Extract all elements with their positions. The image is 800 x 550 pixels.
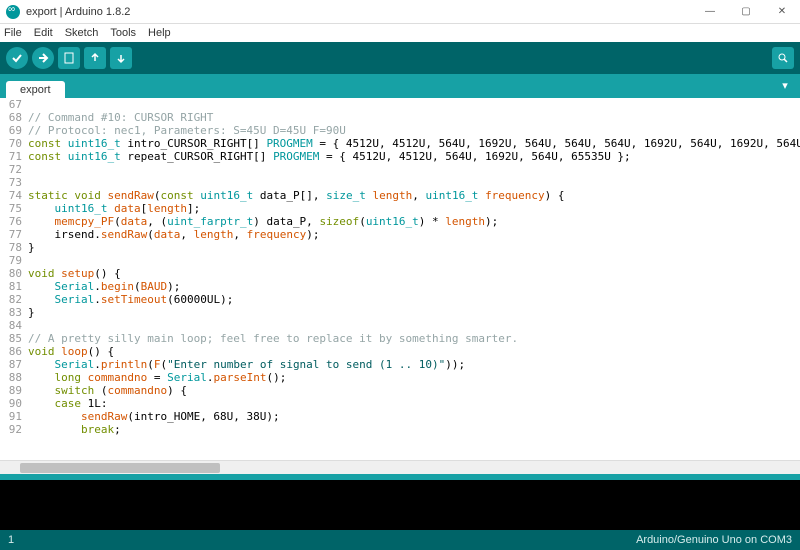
menubar: File Edit Sketch Tools Help (0, 24, 800, 42)
line-number: 82 (0, 293, 28, 306)
line-number: 78 (0, 241, 28, 254)
code-line[interactable]: // A pretty silly main loop; feel free t… (28, 332, 800, 345)
line-number: 70 (0, 137, 28, 150)
code-line[interactable]: // Protocol: nec1, Parameters: S=45U D=4… (28, 124, 800, 137)
code-line[interactable]: const uint16_t intro_CURSOR_RIGHT[] PROG… (28, 137, 800, 150)
status-board-port: Arduino/Genuino Uno on COM3 (636, 534, 792, 546)
code-line[interactable] (28, 254, 800, 267)
code-line[interactable]: uint16_t data[length]; (28, 202, 800, 215)
line-number: 73 (0, 176, 28, 189)
maximize-button[interactable]: ▢ (728, 0, 764, 24)
upload-button[interactable] (32, 47, 54, 69)
code-line[interactable]: memcpy_PF(data, (uint_farptr_t) data_P, … (28, 215, 800, 228)
minimize-button[interactable]: — (692, 0, 728, 24)
line-number: 68 (0, 111, 28, 124)
status-line-number: 1 (8, 534, 14, 546)
code-line[interactable]: break; (28, 423, 800, 436)
code-line[interactable]: Serial.begin(BAUD); (28, 280, 800, 293)
menu-file[interactable]: File (4, 27, 22, 39)
code-line[interactable]: switch (commandno) { (28, 384, 800, 397)
line-number: 79 (0, 254, 28, 267)
line-number: 81 (0, 280, 28, 293)
code-editor[interactable]: 6768// Command #10: CURSOR RIGHT69// Pro… (0, 98, 800, 460)
menu-sketch[interactable]: Sketch (65, 27, 99, 39)
tab-menu-icon[interactable]: ▾ (776, 76, 794, 94)
code-line[interactable]: irsend.sendRaw(data, length, frequency); (28, 228, 800, 241)
tab-row: export ▾ (0, 74, 800, 98)
line-number: 84 (0, 319, 28, 332)
code-line[interactable]: // Command #10: CURSOR RIGHT (28, 111, 800, 124)
code-line[interactable]: static void sendRaw(const uint16_t data_… (28, 189, 800, 202)
horizontal-scrollbar[interactable] (0, 460, 800, 474)
line-number: 92 (0, 423, 28, 436)
code-line[interactable]: case 1L: (28, 397, 800, 410)
toolbar (0, 42, 800, 74)
menu-help[interactable]: Help (148, 27, 171, 39)
status-bar: 1 Arduino/Genuino Uno on COM3 (0, 530, 800, 550)
tab-export[interactable]: export (6, 81, 65, 99)
code-line[interactable] (28, 176, 800, 189)
code-line[interactable]: const uint16_t repeat_CURSOR_RIGHT[] PRO… (28, 150, 800, 163)
line-number: 69 (0, 124, 28, 137)
close-button[interactable]: ✕ (764, 0, 800, 24)
line-number: 76 (0, 215, 28, 228)
line-number: 90 (0, 397, 28, 410)
titlebar: export | Arduino 1.8.2 — ▢ ✕ (0, 0, 800, 24)
line-number: 86 (0, 345, 28, 358)
code-line[interactable]: Serial.setTimeout(60000UL); (28, 293, 800, 306)
code-line[interactable]: void setup() { (28, 267, 800, 280)
serial-monitor-button[interactable] (772, 47, 794, 69)
scrollbar-thumb[interactable] (20, 463, 220, 473)
code-line[interactable]: sendRaw(intro_HOME, 68U, 38U); (28, 410, 800, 423)
line-number: 80 (0, 267, 28, 280)
menu-edit[interactable]: Edit (34, 27, 53, 39)
code-line[interactable]: long commandno = Serial.parseInt(); (28, 371, 800, 384)
line-number: 88 (0, 371, 28, 384)
new-button[interactable] (58, 47, 80, 69)
line-number: 91 (0, 410, 28, 423)
code-line[interactable]: } (28, 306, 800, 319)
code-line[interactable] (28, 98, 800, 111)
line-number: 71 (0, 150, 28, 163)
menu-tools[interactable]: Tools (110, 27, 136, 39)
line-number: 85 (0, 332, 28, 345)
code-line[interactable] (28, 319, 800, 332)
line-number: 83 (0, 306, 28, 319)
line-number: 77 (0, 228, 28, 241)
code-line[interactable] (28, 163, 800, 176)
line-number: 89 (0, 384, 28, 397)
verify-button[interactable] (6, 47, 28, 69)
window-controls: — ▢ ✕ (692, 0, 800, 24)
line-number: 67 (0, 98, 28, 111)
line-number: 87 (0, 358, 28, 371)
open-button[interactable] (84, 47, 106, 69)
code-line[interactable]: void loop() { (28, 345, 800, 358)
line-number: 74 (0, 189, 28, 202)
code-line[interactable]: Serial.println(F("Enter number of signal… (28, 358, 800, 371)
editor-area: 6768// Command #10: CURSOR RIGHT69// Pro… (0, 98, 800, 474)
save-button[interactable] (110, 47, 132, 69)
output-console[interactable] (0, 480, 800, 530)
code-line[interactable]: } (28, 241, 800, 254)
line-number: 72 (0, 163, 28, 176)
arduino-icon (6, 5, 20, 19)
window-title: export | Arduino 1.8.2 (26, 6, 692, 18)
line-number: 75 (0, 202, 28, 215)
